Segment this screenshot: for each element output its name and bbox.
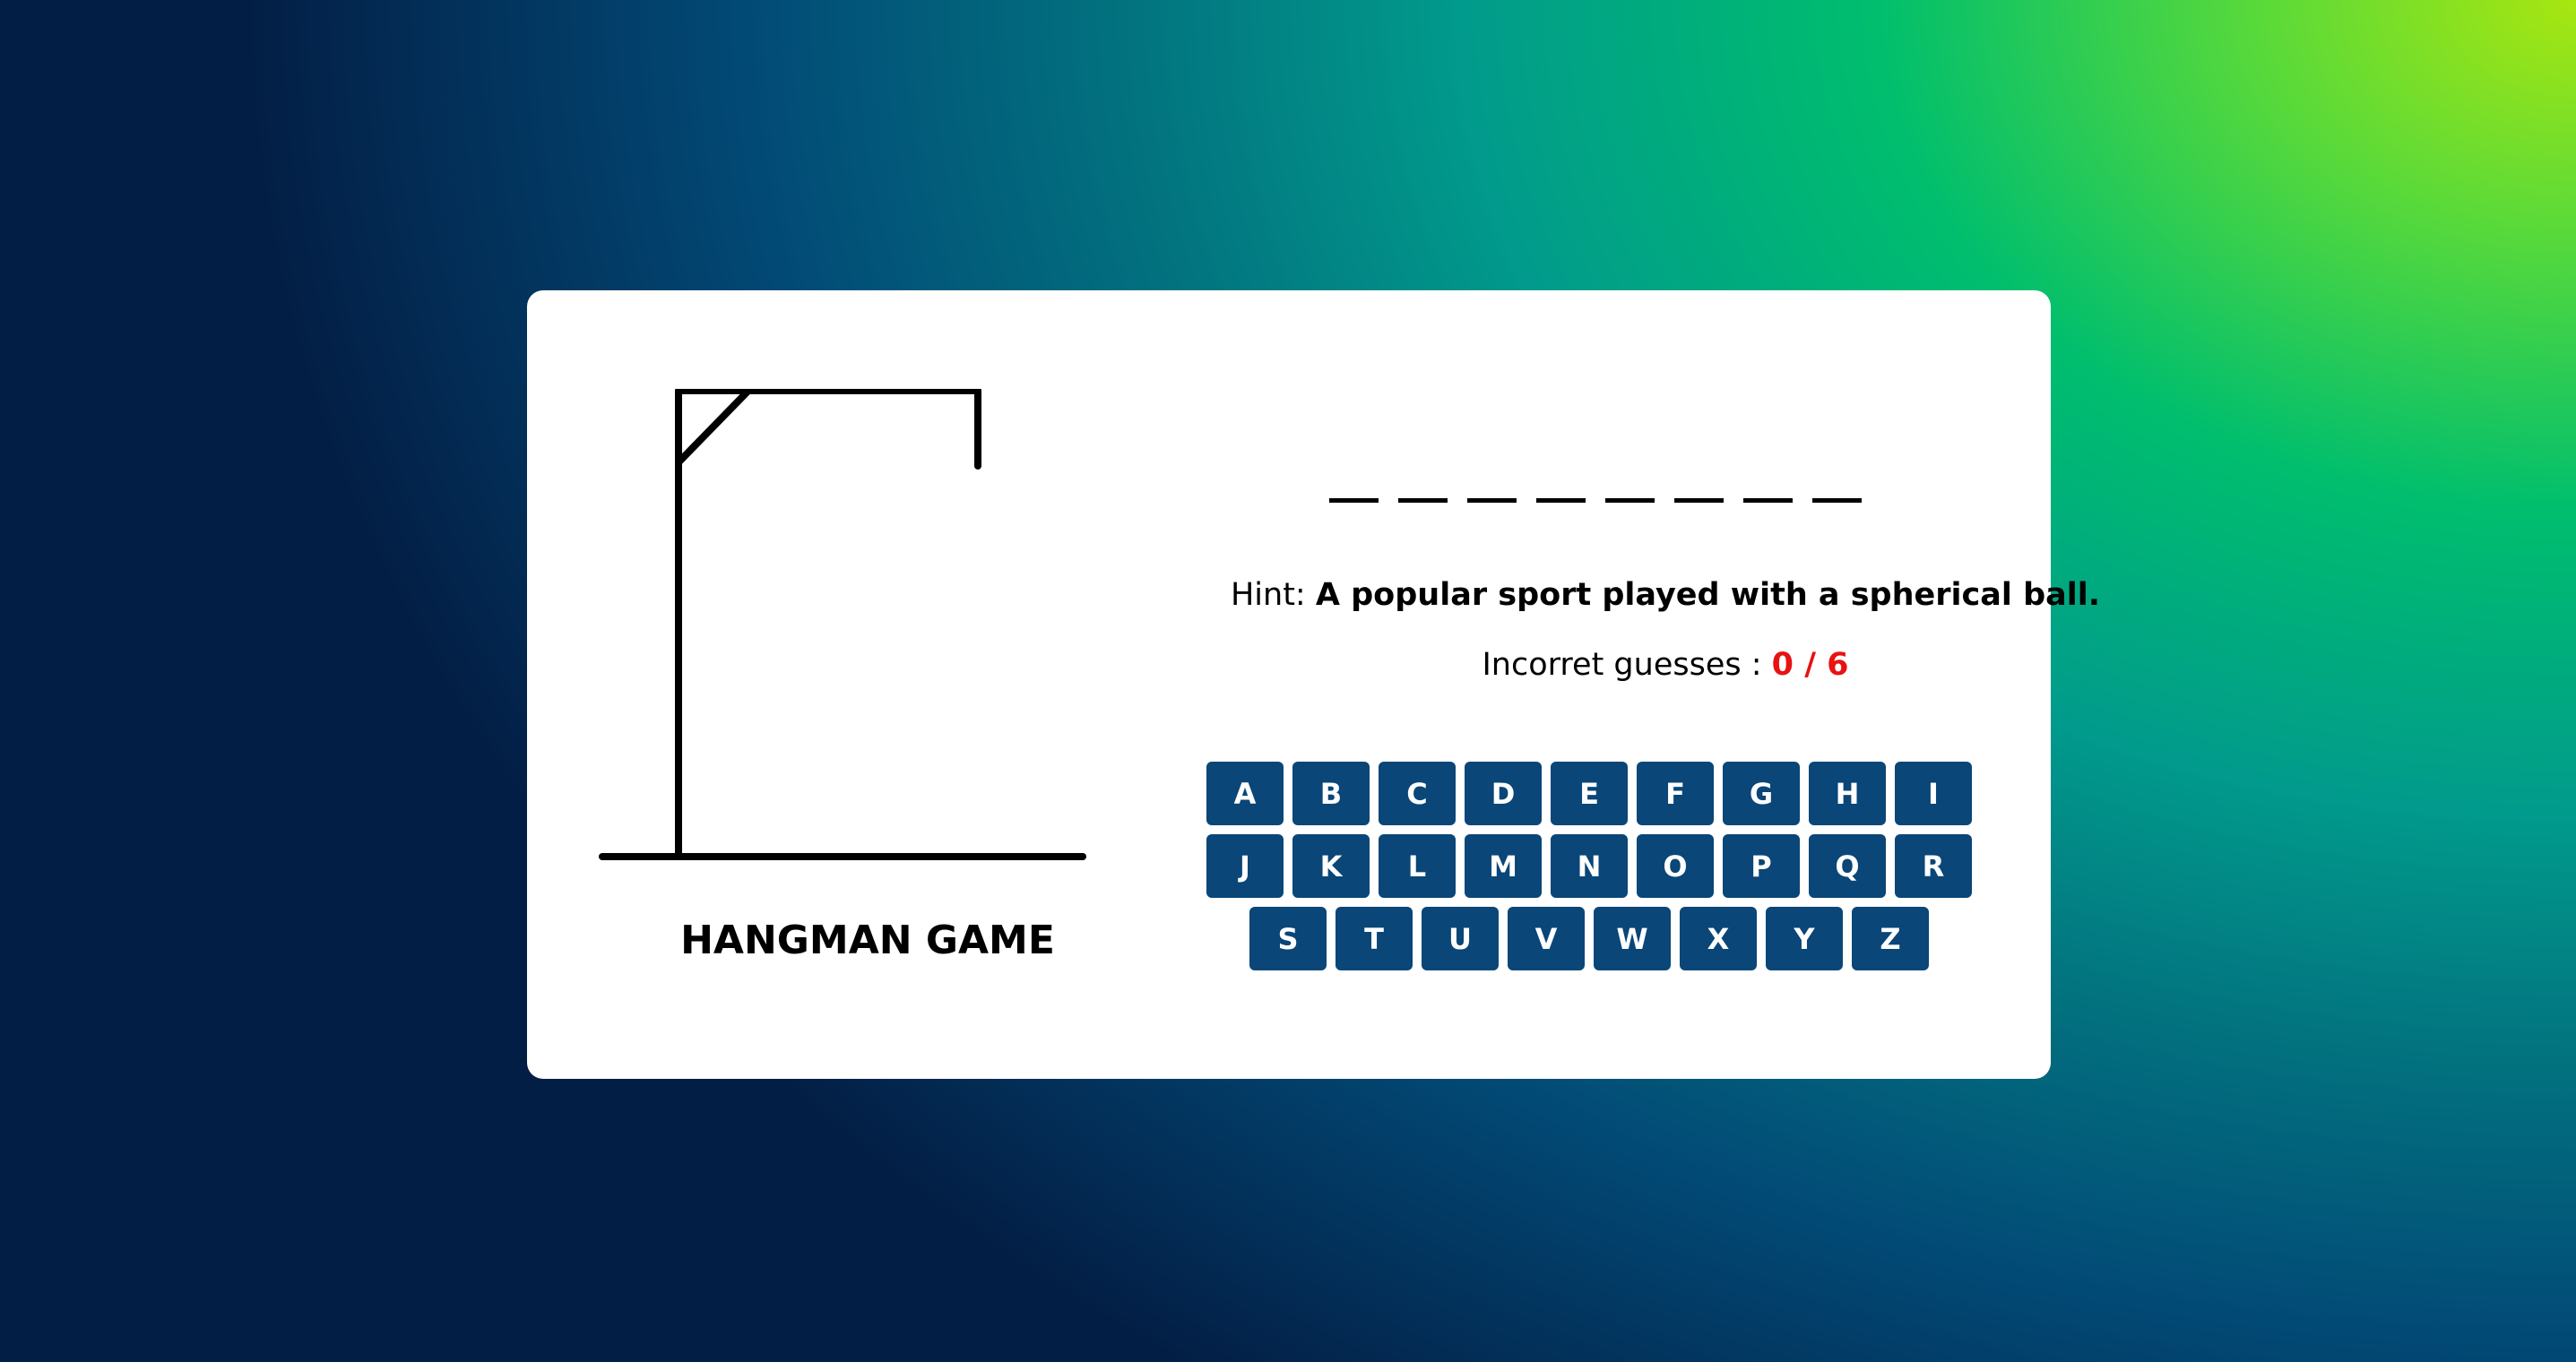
key-u-button[interactable]: U — [1422, 907, 1499, 970]
gallows-brace — [675, 389, 752, 466]
letter-slot — [1467, 498, 1517, 503]
key-o-button[interactable]: O — [1637, 834, 1714, 898]
letter-keyboard: ABCDEFGHI JKLMNOPQR STUVWXYZ — [1204, 762, 1975, 979]
gallows-icon — [599, 389, 1086, 860]
key-a-button[interactable]: A — [1206, 762, 1284, 825]
letter-slot — [1605, 498, 1655, 503]
letter-slot — [1536, 498, 1586, 503]
key-b-button[interactable]: B — [1292, 762, 1370, 825]
key-g-button[interactable]: G — [1723, 762, 1800, 825]
keyboard-row: STUVWXYZ — [1204, 907, 1975, 970]
incorrect-count: 0 / 6 — [1771, 647, 1849, 683]
key-w-button[interactable]: W — [1594, 907, 1671, 970]
incorrect-guesses: Incorret guesses : 0 / 6 — [1208, 647, 2122, 683]
letter-slot — [1674, 498, 1724, 503]
guesses-label: Incorret guesses : — [1482, 647, 1762, 683]
keyboard-row: JKLMNOPQR — [1204, 834, 1975, 898]
key-y-button[interactable]: Y — [1766, 907, 1843, 970]
letter-slot — [1812, 498, 1862, 503]
letter-slot — [1329, 498, 1379, 503]
hint-label: Hint: — [1230, 577, 1306, 613]
key-s-button[interactable]: S — [1249, 907, 1327, 970]
key-v-button[interactable]: V — [1508, 907, 1585, 970]
key-e-button[interactable]: E — [1551, 762, 1628, 825]
key-x-button[interactable]: X — [1680, 907, 1757, 970]
letter-slot — [1743, 498, 1793, 503]
key-q-button[interactable]: Q — [1809, 834, 1886, 898]
word-display — [1329, 498, 1903, 525]
key-f-button[interactable]: F — [1637, 762, 1714, 825]
key-k-button[interactable]: K — [1292, 834, 1370, 898]
key-c-button[interactable]: C — [1379, 762, 1456, 825]
key-z-button[interactable]: Z — [1852, 907, 1929, 970]
key-r-button[interactable]: R — [1895, 834, 1972, 898]
key-m-button[interactable]: M — [1465, 834, 1542, 898]
hint-text: A popular sport played with a spherical … — [1315, 577, 2101, 613]
key-d-button[interactable]: D — [1465, 762, 1542, 825]
keyboard-row: ABCDEFGHI — [1204, 762, 1975, 825]
key-j-button[interactable]: J — [1206, 834, 1284, 898]
key-l-button[interactable]: L — [1379, 834, 1456, 898]
game-title: HANGMAN GAME — [680, 918, 1055, 963]
key-i-button[interactable]: I — [1895, 762, 1972, 825]
key-h-button[interactable]: H — [1809, 762, 1886, 825]
key-p-button[interactable]: P — [1723, 834, 1800, 898]
letter-slot — [1398, 498, 1448, 503]
hint: Hint: A popular sport played with a sphe… — [1208, 577, 2122, 613]
game-card: HANGMAN GAME Hint: A popular sport playe… — [527, 290, 2100, 1079]
key-n-button[interactable]: N — [1551, 834, 1628, 898]
key-t-button[interactable]: T — [1336, 907, 1413, 970]
